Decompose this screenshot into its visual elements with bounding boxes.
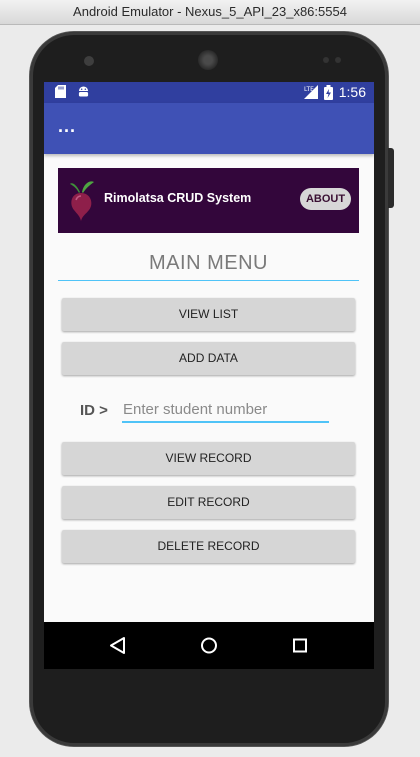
front-camera-icon bbox=[84, 56, 94, 66]
overflow-menu-button[interactable]: ... bbox=[58, 116, 76, 137]
id-label: ID > bbox=[80, 402, 108, 419]
window-title-bar: Android Emulator - Nexus_5_API_23_x86:55… bbox=[0, 0, 420, 25]
android-icon bbox=[78, 86, 89, 97]
back-icon[interactable] bbox=[97, 622, 137, 669]
edit-record-button[interactable]: EDIT RECORD bbox=[62, 486, 355, 519]
page-title: MAIN MENU bbox=[149, 252, 268, 274]
signal-lte-icon: LTE bbox=[303, 85, 318, 99]
status-time: 1:56 bbox=[338, 84, 366, 100]
sd-card-icon bbox=[55, 85, 66, 98]
window-title: Android Emulator - Nexus_5_API_23_x86:55… bbox=[73, 4, 347, 19]
about-button[interactable]: ABOUT bbox=[300, 188, 351, 210]
app-name: Rimolatsa CRUD System bbox=[104, 191, 252, 205]
battery-charging-icon bbox=[323, 84, 333, 100]
app-bar: ... bbox=[44, 103, 374, 154]
view-record-button[interactable]: VIEW RECORD bbox=[62, 442, 355, 475]
light-sensor bbox=[335, 57, 341, 63]
home-icon[interactable] bbox=[189, 622, 229, 669]
device-screen: LTE 1:56 ... Rimolatsa CRUD System ABOUT… bbox=[44, 82, 374, 669]
beetroot-logo-icon bbox=[70, 181, 94, 221]
network-type: LTE bbox=[304, 86, 314, 93]
title-underline bbox=[58, 280, 359, 281]
speaker-grille bbox=[198, 50, 218, 70]
status-bar: LTE 1:56 bbox=[44, 82, 374, 103]
recents-icon[interactable] bbox=[280, 622, 320, 669]
view-list-button[interactable]: VIEW LIST bbox=[62, 298, 355, 331]
proximity-sensor bbox=[323, 57, 329, 63]
app-banner: Rimolatsa CRUD System ABOUT bbox=[58, 168, 359, 233]
volume-button bbox=[388, 148, 394, 208]
delete-record-button[interactable]: DELETE RECORD bbox=[62, 530, 355, 563]
navigation-bar bbox=[44, 622, 374, 669]
student-number-input[interactable] bbox=[122, 397, 329, 423]
add-data-button[interactable]: ADD DATA bbox=[62, 342, 355, 375]
